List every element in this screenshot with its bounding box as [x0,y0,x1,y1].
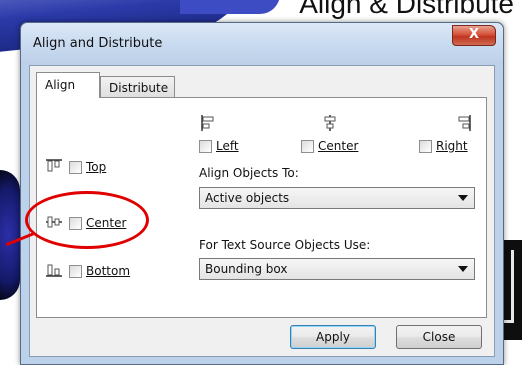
align-top-icon [45,158,63,176]
align-bottom-icon [45,262,63,280]
align-objects-to-label: Align Objects To: [199,166,299,180]
align-center-horizontal-option[interactable]: Center [301,139,358,153]
dialog-title: Align and Distribute [33,36,163,51]
align-left-checkbox[interactable] [199,139,212,153]
align-center-horizontal-checkbox[interactable] [301,139,314,153]
text-source-label: For Text Source Objects Use: [199,238,371,252]
align-top-label: Top [86,160,107,174]
slide-banner-accent [180,0,280,14]
slide-title: Align & Distribute [299,0,514,19]
align-top-option[interactable]: Top [69,160,106,174]
close-window-button[interactable]: X [452,25,496,46]
align-right-checkbox[interactable] [419,139,432,153]
align-objects-to-select[interactable]: Active objects [199,187,475,209]
dialog-titlebar[interactable]: Align and Distribute X [21,23,503,65]
align-left-icon [199,114,217,132]
text-source-value: Bounding box [205,262,288,276]
apply-button[interactable]: Apply [290,325,376,349]
tab-align[interactable]: Align [36,72,100,98]
align-right-option[interactable]: Right [419,139,468,153]
align-bottom-label: Bottom [86,264,131,278]
tab-distribute[interactable]: Distribute [100,76,175,98]
align-bottom-option[interactable]: Bottom [69,264,130,278]
highlight-circle-annotation [25,191,149,249]
close-button[interactable]: Close [396,325,482,349]
align-right-label: Right [436,139,468,153]
chevron-down-icon [458,266,468,272]
align-left-option[interactable]: Left [199,139,239,153]
align-objects-to-value: Active objects [205,191,290,205]
align-bottom-checkbox[interactable] [69,264,82,278]
tab-distribute-label: Distribute [109,81,169,95]
align-center-horizontal-label: Center [318,139,359,153]
slide-left-graphic [0,170,20,300]
align-right-icon [455,114,473,132]
align-top-checkbox[interactable] [69,160,82,174]
align-left-label: Left [216,139,239,153]
text-source-select[interactable]: Bounding box [199,258,475,280]
close-icon: X [468,27,480,42]
align-center-horizontal-icon [321,114,339,132]
chevron-down-icon [458,195,468,201]
tab-align-label: Align [45,78,76,92]
